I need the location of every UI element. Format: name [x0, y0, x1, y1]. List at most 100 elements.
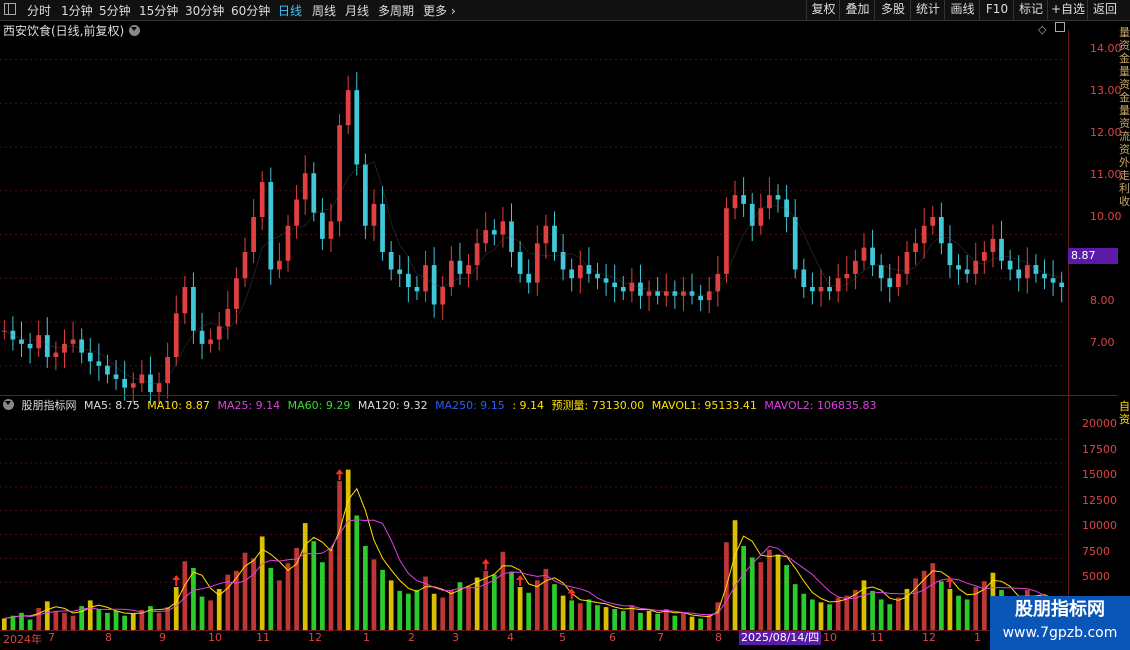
volume-bar — [569, 600, 575, 630]
candle-body — [105, 365, 110, 375]
statistics-button[interactable]: 统计 — [910, 0, 945, 20]
volume-bar — [362, 546, 368, 630]
candle-body — [500, 221, 506, 235]
volume-bar — [844, 595, 850, 630]
volume-bar — [672, 615, 678, 630]
candlesticks — [1, 72, 1065, 406]
watermark-title: 股朋指标网 — [1015, 599, 1105, 620]
candle-body — [79, 339, 85, 353]
candle-body — [354, 90, 360, 165]
candle-body — [655, 291, 661, 296]
volume-bar — [620, 610, 626, 630]
candle-body — [638, 282, 643, 296]
candle-body — [861, 247, 867, 261]
candle-body — [1042, 273, 1047, 279]
candle-body — [466, 265, 471, 274]
month-label: 1 — [363, 631, 370, 644]
volume-bar — [62, 612, 67, 630]
period-tab-1min[interactable]: 1分钟 — [61, 2, 93, 19]
volume-bar — [208, 600, 213, 630]
candle-body — [234, 278, 239, 309]
ma25-value: MA25: 9.14 — [217, 399, 281, 412]
month-label: 3 — [452, 631, 459, 644]
window-layout-icon[interactable] — [4, 3, 16, 15]
volume-bar — [543, 568, 549, 630]
volume-bar — [130, 613, 136, 630]
period-tab-fenshi[interactable]: 分时 — [27, 2, 51, 19]
price-ma-line — [4, 161, 1062, 385]
candle-body — [259, 182, 265, 217]
volume-tick: 20000 — [1082, 417, 1117, 430]
add-favorite-button[interactable]: +自选 — [1047, 0, 1088, 20]
candle-body — [294, 199, 299, 226]
period-tab-monthly[interactable]: 月线 — [345, 2, 369, 19]
volume-tick: 7500 — [1082, 545, 1110, 558]
candle-body — [1050, 278, 1056, 283]
volume-bar — [792, 584, 798, 630]
signal-arrow-icon — [335, 469, 344, 481]
candle-body — [784, 199, 789, 217]
signal-arrow-icon — [516, 575, 525, 587]
volume-bar — [801, 593, 807, 630]
volume-bar — [956, 595, 961, 630]
volume-bar — [122, 615, 128, 630]
candle-body — [552, 225, 557, 252]
draw-line-button[interactable]: 画线 — [944, 0, 980, 20]
period-tab-15min[interactable]: 15分钟 — [139, 2, 178, 19]
period-tab-multi[interactable]: 多周期 — [378, 2, 414, 19]
period-tab-30min[interactable]: 30分钟 — [185, 2, 224, 19]
volume-bar — [225, 574, 231, 630]
volume-bar — [311, 541, 317, 630]
grid-lines — [0, 59, 1066, 583]
period-tab-5min[interactable]: 5分钟 — [99, 2, 131, 19]
ma120-value: MA120: 9.32 — [357, 399, 428, 412]
side-info-panel[interactable]: 量资金量资金量资流资外走利收 — [1119, 26, 1130, 396]
candle-body — [122, 378, 128, 388]
candle-body — [930, 217, 936, 226]
period-tab-weekly[interactable]: 周线 — [312, 2, 336, 19]
candle-body — [337, 125, 342, 222]
volume-bar — [36, 608, 42, 630]
restore-rights-button[interactable]: 复权 — [806, 0, 840, 20]
period-tab-more[interactable]: 更多 › — [423, 2, 456, 19]
indicator-name[interactable]: 股朋指标网 — [22, 399, 77, 412]
candle-body — [199, 330, 205, 344]
mavol1-line — [4, 487, 1062, 619]
candle-body — [853, 260, 858, 274]
volume-bar — [552, 584, 557, 630]
price-volume-chart[interactable] — [0, 30, 1068, 650]
volume-bar — [199, 596, 205, 630]
volume-bar — [380, 569, 385, 630]
volume-bar — [749, 557, 755, 630]
volume-bar — [732, 520, 738, 630]
back-button[interactable]: 返回 — [1087, 0, 1122, 20]
period-tab-60min[interactable]: 60分钟 — [231, 2, 270, 19]
volume-bar — [277, 580, 282, 630]
candle-body — [534, 243, 540, 283]
overlay-button[interactable]: 叠加 — [839, 0, 875, 20]
multi-stock-button[interactable]: 多股 — [874, 0, 911, 20]
side-info-panel-lower[interactable]: 自资 — [1119, 400, 1130, 440]
candle-body — [371, 203, 377, 226]
volume-bar — [320, 562, 325, 630]
month-label: 5 — [559, 631, 566, 644]
signal-arrow-icon — [172, 575, 181, 587]
candle-body — [362, 164, 368, 226]
candle-body — [388, 252, 394, 270]
volume-bar — [853, 589, 858, 630]
price-tick: 11.00 — [1090, 168, 1122, 181]
f10-button[interactable]: F10 — [979, 0, 1014, 20]
period-tab-daily[interactable]: 日线 — [278, 2, 302, 19]
mark-button[interactable]: 标记 — [1013, 0, 1048, 20]
volume-bar — [835, 597, 841, 630]
candle-body — [698, 295, 704, 301]
volume-bar — [483, 570, 489, 630]
volume-bar — [878, 599, 884, 630]
price-tick: 12.00 — [1090, 126, 1122, 139]
indicator-dropdown-icon[interactable] — [3, 399, 14, 410]
candle-body — [938, 217, 944, 244]
candle-body — [311, 173, 317, 213]
candle-body — [423, 265, 428, 292]
volume-bar — [242, 552, 248, 630]
month-label: 9 — [159, 631, 166, 644]
